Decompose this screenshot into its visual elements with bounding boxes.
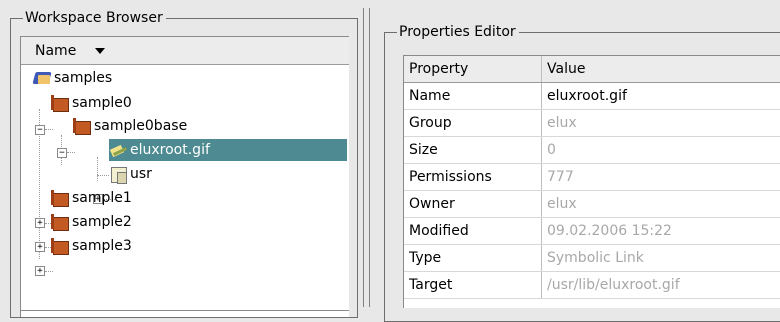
property-value-cell: elux	[542, 191, 780, 218]
collapse-sample0base-toggle[interactable]: −	[57, 148, 67, 158]
table-row[interactable]: Group elux	[404, 110, 780, 137]
table-row[interactable]: Type Symbolic Link	[404, 245, 780, 272]
expand-sample3-toggle[interactable]: +	[35, 266, 45, 276]
tree-node-label: sample2	[72, 214, 132, 230]
property-value-cell: 09.02.2006 15:22	[542, 218, 780, 245]
tree-node-sample1[interactable]: sample1	[51, 187, 132, 209]
splitter-line	[363, 8, 364, 307]
property-name-cell: Size	[404, 137, 542, 164]
value-column-header[interactable]: Value	[542, 56, 780, 83]
property-value-cell[interactable]: eluxroot.gif	[542, 83, 780, 110]
name-column-label: Name	[35, 43, 76, 59]
tree-guide-line	[45, 129, 53, 130]
cabinet-icon	[51, 214, 71, 230]
tree-guide-line	[97, 157, 98, 181]
tree-node-sample2[interactable]: sample2	[51, 211, 132, 233]
expand-sample2-toggle[interactable]: +	[35, 242, 45, 252]
table-row[interactable]: Name eluxroot.gif	[404, 83, 780, 110]
sort-down-icon[interactable]	[95, 48, 105, 54]
property-column-header[interactable]: Property	[404, 56, 542, 83]
table-row[interactable]: Permissions 777	[404, 164, 780, 191]
property-value-cell: Symbolic Link	[542, 245, 780, 272]
workspace-tree[interactable]: Name − − + + + + samples sample0 sample0…	[20, 36, 349, 317]
table-header-row: Property Value	[404, 56, 780, 83]
tree-guide-line	[97, 175, 109, 176]
folder-blue-icon	[33, 70, 53, 86]
cabinet-icon	[51, 190, 71, 206]
collapse-sample0-toggle[interactable]: −	[35, 125, 45, 135]
tree-node-sample0base[interactable]: sample0base	[73, 115, 187, 137]
tree-guide-line	[67, 152, 75, 153]
tree-node-label: usr	[130, 166, 152, 182]
symlink-icon	[109, 142, 129, 158]
tree-guide-line	[45, 271, 53, 272]
name-column-header[interactable]: Name	[21, 37, 349, 65]
tree-node-label: sample3	[72, 238, 132, 254]
tree-node-label: eluxroot.gif	[130, 142, 210, 158]
property-name-cell: Modified	[404, 218, 542, 245]
table-row[interactable]: Size 0	[404, 137, 780, 164]
tree-node-usr[interactable]: usr	[109, 163, 152, 185]
tree-node-sample3[interactable]: sample3	[51, 235, 132, 257]
tree-node-label: sample1	[72, 190, 132, 206]
property-name-cell: Group	[404, 110, 542, 137]
tree-bottom-border	[21, 310, 349, 311]
property-value-cell: /usr/lib/eluxroot.gif	[542, 272, 780, 299]
tree-node-eluxroot-gif[interactable]: eluxroot.gif	[109, 139, 347, 161]
table-row[interactable]: Target /usr/lib/eluxroot.gif	[404, 272, 780, 299]
table-row[interactable]: Modified 09.02.2006 15:22	[404, 218, 780, 245]
property-name-cell: Owner	[404, 191, 542, 218]
tree-node-label: sample0	[72, 95, 132, 111]
property-name-cell: Type	[404, 245, 542, 272]
cabinet-icon	[51, 238, 71, 254]
tree-node-label: samples	[54, 70, 112, 86]
panel-splitter[interactable]	[361, 0, 373, 307]
cabinet-icon	[73, 118, 93, 134]
property-value-cell: 0	[542, 137, 780, 164]
tree-node-samples[interactable]: samples	[33, 67, 112, 89]
tree-node-label: sample0base	[94, 118, 187, 134]
property-name-cell: Target	[404, 272, 542, 299]
cabinet-icon	[51, 95, 71, 111]
tree-node-sample0[interactable]: sample0	[51, 92, 132, 114]
properties-table[interactable]: Property Value Name eluxroot.gif Group e…	[403, 55, 780, 308]
folder-icon	[109, 166, 129, 182]
splitter-line	[369, 8, 370, 307]
property-value-cell: elux	[542, 110, 780, 137]
properties-editor-title: Properties Editor	[397, 24, 519, 40]
property-name-cell: Permissions	[404, 164, 542, 191]
property-name-cell: Name	[404, 83, 542, 110]
table-row[interactable]: Owner elux	[404, 191, 780, 218]
property-value-cell: 777	[542, 164, 780, 191]
expand-sample1-toggle[interactable]: +	[35, 218, 45, 228]
workspace-browser-title: Workspace Browser	[23, 10, 166, 26]
